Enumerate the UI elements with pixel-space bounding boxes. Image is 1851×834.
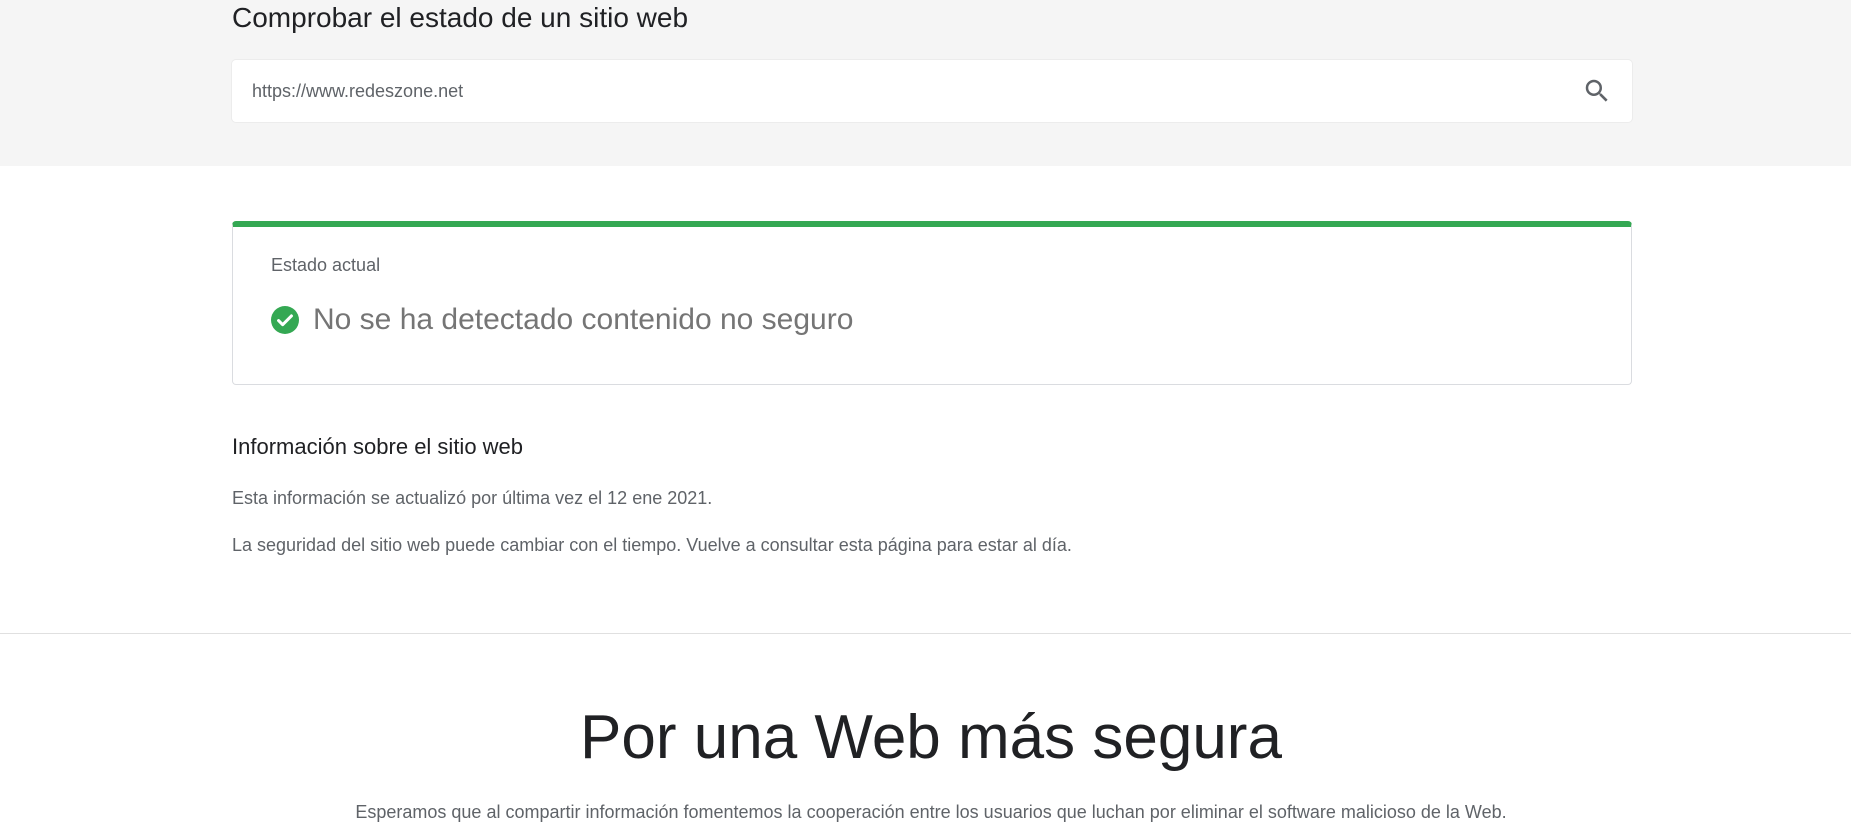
site-info-heading: Información sobre el sitio web	[232, 434, 524, 459]
site-info-note-text: La seguridad del sitio web puede cambiar…	[232, 535, 1072, 555]
status-result-text: No se ha detectado contenido no seguro	[313, 303, 854, 336]
status-result: No se ha detectado contenido no seguro	[271, 303, 853, 337]
hero-title: Por una Web más segura	[580, 703, 1282, 772]
search-icon	[1585, 79, 1608, 102]
section-divider	[0, 633, 1851, 634]
search-button[interactable]	[1582, 76, 1612, 106]
hero-text: Esperamos que al compartir información f…	[355, 802, 1507, 822]
status-label: Estado actual	[271, 255, 381, 275]
check-circle-icon	[271, 306, 299, 334]
search-box	[232, 60, 1632, 122]
url-search-input[interactable]	[232, 60, 1552, 122]
search-section-heading: Comprobar el estado de un sitio web	[232, 2, 689, 33]
site-info-updated-text: Esta información se actualizó por última…	[232, 488, 713, 508]
search-section: Comprobar el estado de un sitio web	[0, 0, 1851, 166]
status-card: Estado actual No se ha detectado conteni…	[232, 221, 1632, 385]
